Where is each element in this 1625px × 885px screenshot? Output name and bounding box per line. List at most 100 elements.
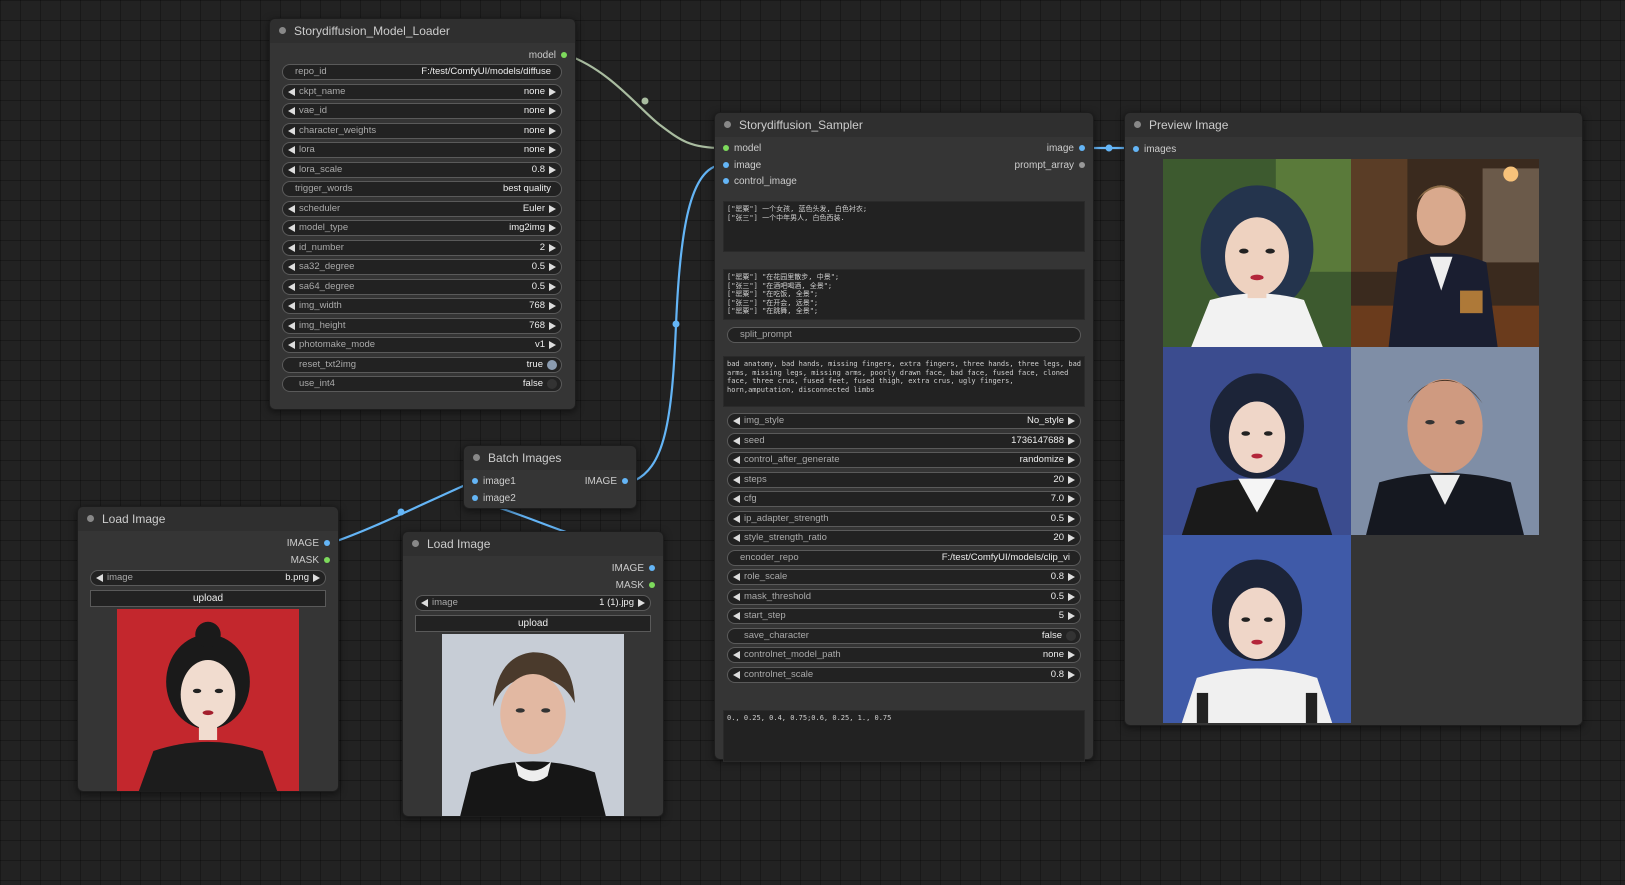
id-number-widget[interactable]: id_number 2 [282,239,562,256]
collapse-dot-icon[interactable] [412,540,419,547]
increment-arrow-icon[interactable] [1068,612,1075,620]
sampler-output-image[interactable]: image [1047,143,1085,154]
increment-arrow-icon[interactable] [1068,495,1075,503]
increment-arrow-icon[interactable] [638,599,645,607]
sampler-input-image[interactable]: image [723,160,761,171]
decrement-arrow-icon[interactable] [733,592,740,601]
load1-output-image[interactable]: IMAGE [287,538,330,549]
preview-image-girl-blue-1[interactable] [1163,347,1351,535]
decrement-arrow-icon[interactable] [733,456,740,464]
increment-arrow-icon[interactable] [549,243,556,252]
load2-upload-button[interactable]: upload [415,615,651,632]
batch-input-image2[interactable]: image2 [472,493,516,504]
cfg-widget[interactable]: cfg 7.0 [727,491,1081,507]
character-prompt-textarea[interactable]: ["罂粟"] 一个女孩, 蓝色头发, 白色衬衣; ["张三"] 一个中年男人, … [723,201,1085,252]
model-output-slot[interactable]: model [529,50,567,61]
decrement-arrow-icon[interactable] [288,243,295,252]
decrement-arrow-icon[interactable] [733,573,740,581]
output-dot-icon[interactable] [649,582,655,589]
img-style-widget[interactable]: img_style No_style [727,413,1081,429]
scheduler-widget[interactable]: scheduler Euler [282,200,562,217]
decrement-arrow-icon[interactable] [733,612,740,620]
increment-arrow-icon[interactable] [549,302,556,310]
sampler-node[interactable]: Storydiffusion_Sampler model image contr… [714,112,1094,762]
decrement-arrow-icon[interactable] [288,146,295,154]
increment-arrow-icon[interactable] [1068,592,1075,601]
negative-prompt-textarea[interactable]: bad anatomy, bad hands, missing fingers,… [723,356,1085,407]
preview-image-girl-garden[interactable] [1163,159,1351,347]
increment-arrow-icon[interactable] [549,282,556,291]
character-weights-widget[interactable]: character_weights none [282,122,562,139]
output-dot-icon[interactable] [1079,162,1085,169]
input-dot-icon[interactable] [472,495,478,502]
increment-arrow-icon[interactable] [1068,417,1075,425]
model-loader-header[interactable]: Storydiffusion_Model_Loader [270,19,575,43]
increment-arrow-icon[interactable] [549,321,556,330]
decrement-arrow-icon[interactable] [733,495,740,503]
decrement-arrow-icon[interactable] [288,204,295,213]
preview-image-girl-blue-2[interactable] [1163,535,1351,723]
output-dot-icon[interactable] [1079,145,1085,152]
model-loader-node[interactable]: Storydiffusion_Model_Loader model repo_i… [269,18,576,410]
controlnet-model-path-widget[interactable]: controlnet_model_path none [727,647,1081,663]
decrement-arrow-icon[interactable] [733,475,740,484]
seed-widget[interactable]: seed 1736147688 [727,432,1081,449]
increment-arrow-icon[interactable] [549,224,556,232]
load-image-node-2[interactable]: Load Image IMAGE MASK image 1 (1).jpg up… [402,531,664,817]
decrement-arrow-icon[interactable] [288,282,295,291]
decrement-arrow-icon[interactable] [288,165,295,174]
load1-output-mask[interactable]: MASK [291,555,330,566]
ip-adapter-strength-widget[interactable]: ip_adapter_strength 0.5 [727,510,1081,527]
collapse-dot-icon[interactable] [1134,121,1141,128]
load-image-1-header[interactable]: Load Image [78,507,338,531]
sampler-input-model[interactable]: model [723,143,761,154]
img-width-widget[interactable]: img_width 768 [282,298,562,314]
sampler-input-control-image[interactable]: control_image [723,176,797,187]
start-step-widget[interactable]: start_step 5 [727,608,1081,624]
control-after-generate-widget[interactable]: control_after_generate randomize [727,452,1081,468]
decrement-arrow-icon[interactable] [733,514,740,523]
output-dot-icon[interactable] [324,540,330,547]
collapse-dot-icon[interactable] [724,121,731,128]
model-type-widget[interactable]: model_type img2img [282,220,562,236]
increment-arrow-icon[interactable] [549,146,556,154]
preview-image-node[interactable]: Preview Image images [1124,112,1583,726]
preview-image-man-blue[interactable] [1351,347,1539,535]
vae-id-widget[interactable]: vae_id none [282,103,562,119]
collapse-dot-icon[interactable] [87,515,94,522]
toggle-knob-icon[interactable] [1066,630,1076,641]
sampler-header[interactable]: Storydiffusion_Sampler [715,113,1093,137]
batch-images-node[interactable]: Batch Images image1 image2 IMAGE [463,445,637,509]
decrement-arrow-icon[interactable] [288,107,295,115]
encoder-repo-widget[interactable]: encoder_repo F:/test/ComfyUI/models/clip_… [727,549,1081,566]
decrement-arrow-icon[interactable] [733,651,740,659]
load2-image-combo[interactable]: image 1 (1).jpg [415,595,651,611]
decrement-arrow-icon[interactable] [288,341,295,349]
input-dot-icon[interactable] [723,162,729,169]
toggle-knob-icon[interactable] [547,359,557,370]
increment-arrow-icon[interactable] [1068,670,1075,679]
repo-id-widget[interactable]: repo_id F:/test/ComfyUI/models/diffuse [282,64,562,80]
decrement-arrow-icon[interactable] [288,321,295,330]
mask-threshold-widget[interactable]: mask_threshold 0.5 [727,588,1081,605]
ckpt-name-widget[interactable]: ckpt_name none [282,83,562,100]
load-image-node-1[interactable]: Load Image IMAGE MASK image b.png upload [77,506,339,792]
collapse-dot-icon[interactable] [473,454,480,461]
increment-arrow-icon[interactable] [549,126,556,135]
trigger-words-widget[interactable]: trigger_words best quality [282,181,562,197]
lora-scale-widget[interactable]: lora_scale 0.8 [282,161,562,178]
input-dot-icon[interactable] [723,178,729,185]
decrement-arrow-icon[interactable] [733,436,740,445]
lora-widget[interactable]: lora none [282,142,562,158]
sampler-output-prompt-array[interactable]: prompt_array [1015,160,1085,171]
batch-output-image[interactable]: IMAGE [585,476,628,487]
output-dot-icon[interactable] [622,478,628,485]
load1-image-preview[interactable] [117,609,299,791]
decrement-arrow-icon[interactable] [421,599,428,607]
increment-arrow-icon[interactable] [1068,534,1075,542]
increment-arrow-icon[interactable] [1068,651,1075,659]
preview-input-images[interactable]: images [1133,144,1176,155]
decrement-arrow-icon[interactable] [288,263,295,271]
guidance-list-textarea[interactable]: 0., 0.25, 0.4, 0.75;0.6, 0.25, 1., 0.75 [723,710,1085,762]
preview-image-man-bar[interactable] [1351,159,1539,347]
